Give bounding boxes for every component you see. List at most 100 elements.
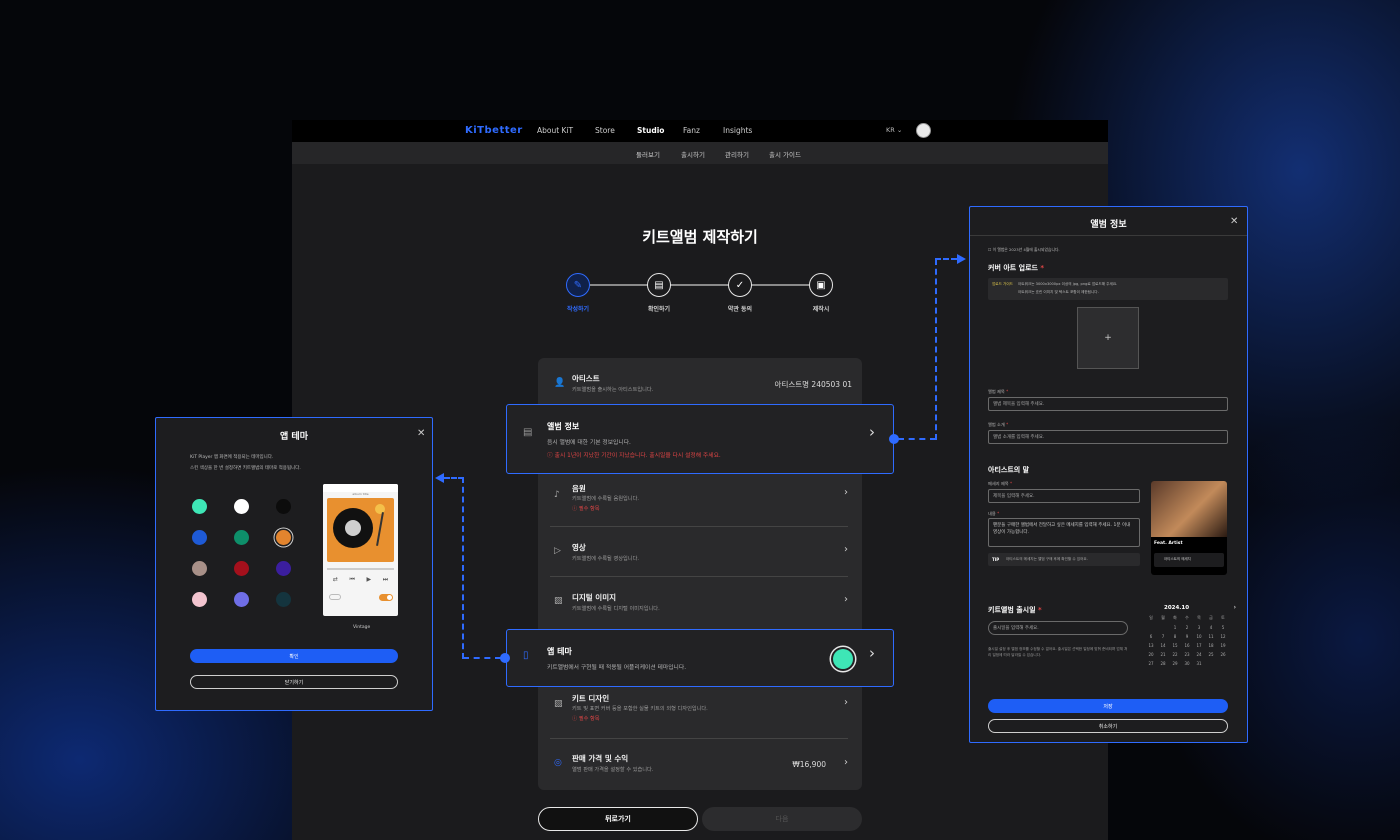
row-title: 앱 테마 — [547, 647, 572, 656]
nav-studio[interactable]: Studio — [637, 126, 664, 135]
row-desc: 키트앨범에 수록될 영상입니다. — [572, 556, 639, 562]
message-body-input[interactable]: 팬분들 구매한 앨범에서 전달하고 싶은 메세지를 입력해 주세요. 1분 이내… — [988, 518, 1140, 547]
row-artist[interactable]: 👤 아티스트 키트앨범을 출시하는 아티스트입니다. 아티스트명 240503 … — [550, 370, 852, 400]
save-button[interactable]: 저장 — [988, 699, 1228, 713]
calendar-day[interactable]: 13 — [1146, 643, 1156, 648]
calendar-day[interactable]: 27 — [1146, 661, 1156, 666]
chevron-right-icon[interactable]: › — [1234, 604, 1236, 611]
row-digital-image[interactable]: ▨ 디지털 이미지 키트앨범에 수록될 디지털 이미지입니다. › — [550, 588, 850, 618]
coin-icon: ◎ — [554, 758, 562, 768]
close-icon[interactable]: ✕ — [417, 428, 425, 439]
album-title-input[interactable]: 앨범 제목을 입력해 주세요. — [988, 397, 1228, 411]
avatar[interactable] — [916, 123, 931, 138]
subnav-release[interactable]: 출시하기 — [681, 149, 705, 159]
release-date-note: 출시일 설정 후 앨범 정보를 수정할 수 없어요. 출시일은 선택한 일정에 … — [988, 647, 1128, 657]
calendar-day[interactable]: 21 — [1158, 652, 1168, 657]
theme-swatch[interactable] — [192, 499, 207, 514]
row-desc: 키트앨범에 수록될 디지털 이미지입니다. — [572, 606, 660, 612]
calendar-day[interactable]: 26 — [1218, 652, 1228, 657]
cancel-button[interactable]: 취소하기 — [988, 719, 1228, 733]
next-button[interactable]: 다음 — [702, 807, 862, 831]
tip-box: TIP 아티스트의 메세지는 앨범 구매 후에 확인할 수 있어요. — [988, 553, 1140, 566]
play-icon[interactable]: ▶ — [367, 576, 372, 584]
theme-swatch[interactable] — [192, 592, 207, 607]
stepper-line — [590, 284, 810, 286]
field-label: 앨범 제목 * — [988, 389, 1009, 394]
album-desc-input[interactable]: 앨범 소개를 입력해 주세요. — [988, 430, 1228, 444]
calendar-day[interactable]: 12 — [1218, 634, 1228, 639]
calendar-day[interactable]: 5 — [1218, 625, 1228, 630]
calendar-day[interactable]: 25 — [1206, 652, 1216, 657]
theme-swatch[interactable] — [234, 499, 249, 514]
theme-swatch[interactable] — [234, 592, 249, 607]
calendar-day[interactable]: 15 — [1170, 643, 1180, 648]
calendar-day[interactable]: 20 — [1146, 652, 1156, 657]
row-app-theme-highlight[interactable]: ▯ 앱 테마 키트앨범에서 구현될 때 적용될 어플리케이션 테마입니다. › — [506, 629, 894, 687]
calendar-day[interactable]: 24 — [1194, 652, 1204, 657]
prev-icon[interactable]: ⏮ — [349, 576, 354, 584]
calendar-day[interactable]: 11 — [1206, 634, 1216, 639]
theme-swatch[interactable] — [192, 561, 207, 576]
nav-store[interactable]: Store — [595, 126, 615, 135]
subnav-manage[interactable]: 관리하기 — [725, 149, 749, 159]
calendar-day[interactable]: 16 — [1182, 643, 1192, 648]
calendar-day[interactable]: 7 — [1158, 634, 1168, 639]
calendar-day[interactable]: 17 — [1194, 643, 1204, 648]
row-music[interactable]: ♪ 음원 키트앨범에 수록될 음원입니다. ⓘ 필수 항목 › — [550, 480, 850, 516]
row-kit-design[interactable]: ▧ 키트 디자인 키트 및 표면 커버 등을 포함한 실물 키트의 외형 디자인… — [550, 690, 850, 726]
document-icon: ▤ — [523, 427, 533, 438]
theme-swatch[interactable] — [234, 561, 249, 576]
cover-upload-plus-icon[interactable]: + — [1077, 307, 1139, 369]
calendar-day[interactable]: 6 — [1146, 634, 1156, 639]
row-album-info-highlight[interactable]: ▤ 앨범 정보 음시 앨범에 대한 기본 정보입니다. ⓘ 출시 1년이 지났한… — [506, 404, 894, 474]
calendar-day[interactable]: 8 — [1170, 634, 1180, 639]
back-button[interactable]: 뒤로가기 — [538, 807, 698, 831]
theme-swatch[interactable] — [276, 499, 291, 514]
calendar-day[interactable]: 29 — [1170, 661, 1180, 666]
theme-swatch[interactable] — [276, 561, 291, 576]
calendar-day[interactable]: 18 — [1206, 643, 1216, 648]
next-icon[interactable]: ⏭ — [383, 576, 388, 584]
close-icon[interactable]: ✕ — [1230, 216, 1238, 227]
calendar-day[interactable]: 19 — [1218, 643, 1228, 648]
row-video[interactable]: ▷ 영상 키트앨범에 수록될 영상입니다. › — [550, 538, 850, 568]
chevron-right-icon: › — [869, 644, 875, 662]
calendar-day[interactable]: 30 — [1182, 661, 1192, 666]
calendar-day[interactable]: 31 — [1194, 661, 1204, 666]
phone-title: album title — [352, 492, 369, 496]
theme-swatch[interactable] — [276, 530, 291, 545]
row-title: 키트 디자인 — [572, 694, 610, 703]
row-price[interactable]: ◎ 판매 가격 및 수익 앨범 판매 가격을 설정할 수 있습니다. ₩16,9… — [550, 750, 850, 780]
player-controls[interactable]: ⇄ ⏮ ▶ ⏭ — [327, 576, 394, 584]
calendar-day[interactable]: 9 — [1182, 634, 1192, 639]
subnav-guide[interactable]: 출시 가이드 — [769, 149, 801, 159]
confirm-button[interactable]: 확인 — [190, 649, 398, 663]
cancel-button[interactable]: 닫기하기 — [190, 675, 398, 689]
calendar-day[interactable]: 2 — [1182, 625, 1192, 630]
nav-fanz[interactable]: Fanz — [683, 126, 700, 135]
nav-about[interactable]: About KiT — [537, 126, 573, 135]
calendar-day[interactable]: 14 — [1158, 643, 1168, 648]
calendar-day[interactable]: 23 — [1182, 652, 1192, 657]
kitbetter-logo[interactable]: KiTbetter — [465, 125, 523, 136]
theme-swatch[interactable] — [276, 592, 291, 607]
pill-icon — [329, 594, 341, 600]
toggle-switch[interactable] — [379, 594, 393, 601]
theme-desc-2: 스킨 색상을 한 번 설정하면 키트앨범의 테마로 적용됩니다. — [190, 466, 301, 471]
release-date-input[interactable]: 출시일을 입력해 주세요. — [988, 621, 1128, 635]
calendar-day[interactable]: 1 — [1170, 625, 1180, 630]
theme-swatch[interactable] — [234, 530, 249, 545]
language-selector[interactable]: KR ⌄ — [886, 126, 902, 134]
calendar-day[interactable]: 10 — [1194, 634, 1204, 639]
nav-insights[interactable]: Insights — [723, 126, 752, 135]
calendar-day[interactable]: 3 — [1194, 625, 1204, 630]
theme-swatch[interactable] — [192, 530, 207, 545]
row-desc: 앨범 판매 가격을 설정할 수 있습니다. — [572, 767, 654, 773]
calendar-day[interactable]: 28 — [1158, 661, 1168, 666]
shuffle-icon[interactable]: ⇄ — [333, 576, 338, 584]
divider — [970, 235, 1247, 236]
subnav-browse[interactable]: 둘러보기 — [636, 149, 660, 159]
calendar-day[interactable]: 4 — [1206, 625, 1216, 630]
message-title-input[interactable]: 제목을 입력해 주세요. — [988, 489, 1140, 503]
calendar-day[interactable]: 22 — [1170, 652, 1180, 657]
